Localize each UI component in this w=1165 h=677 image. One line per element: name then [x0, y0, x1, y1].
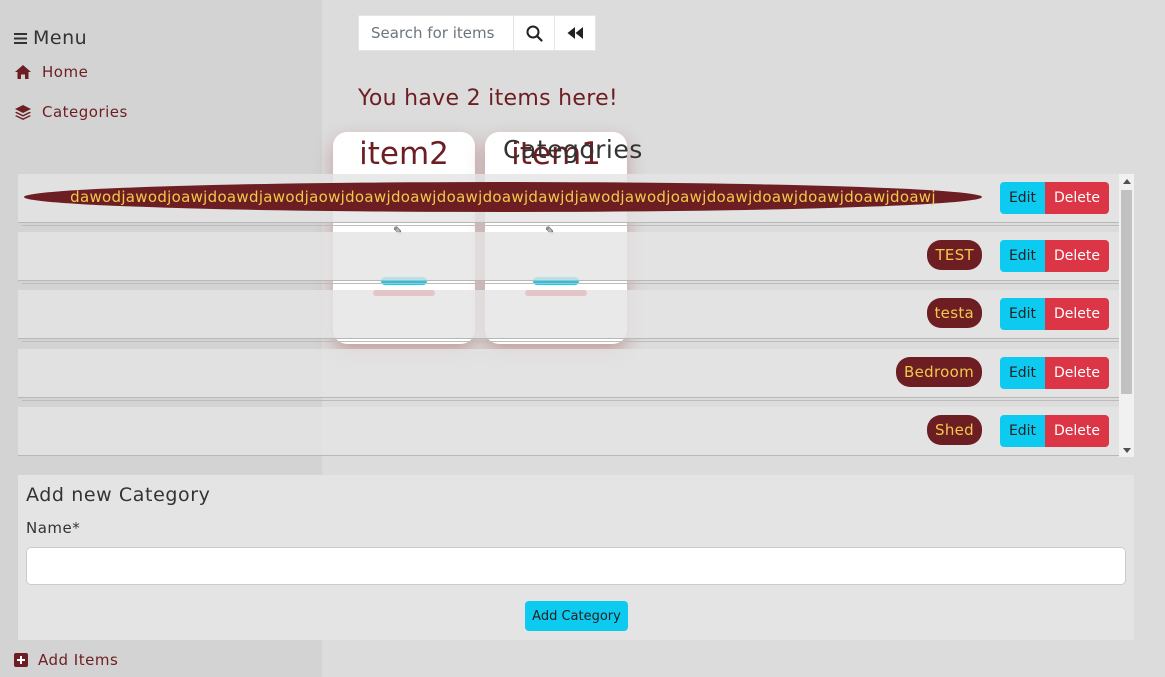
category-name-badge: TEST [927, 240, 982, 270]
add-category-button[interactable]: Add Category [525, 601, 628, 631]
category-name-badge: Shed [927, 415, 982, 445]
category-row: testa Edit Delete [18, 290, 1119, 342]
category-row: Shed Edit Delete [18, 407, 1119, 456]
category-row: Bedroom Edit Delete [18, 349, 1119, 401]
search-input[interactable] [358, 15, 514, 51]
sidebar-item-home[interactable]: Home [14, 63, 88, 81]
category-name-input[interactable] [26, 547, 1126, 585]
scroll-up-arrow-icon[interactable] [1123, 179, 1131, 184]
sidebar-item-label: Categories [42, 103, 128, 121]
sidebar-item-label: Home [42, 63, 89, 81]
layers-icon [15, 105, 31, 120]
menu-heading[interactable]: Menu [14, 27, 87, 49]
edit-category-button[interactable]: Edit [1000, 415, 1045, 447]
edit-category-button[interactable]: Edit [1000, 240, 1045, 272]
edit-category-button[interactable]: Edit [1000, 182, 1045, 214]
menu-label: Menu [33, 27, 88, 49]
search-button[interactable] [514, 15, 555, 51]
edit-category-button[interactable]: Edit [1000, 298, 1045, 330]
category-list: dawodjawodjoawjdoawdjawodjaowjdoawjdoawj… [18, 174, 1134, 457]
category-row: dawodjawodjoawjdoawdjawodjaowjdoawjdoawj… [18, 174, 1119, 226]
delete-category-button[interactable]: Delete [1045, 298, 1109, 330]
delete-category-button[interactable]: Delete [1045, 357, 1109, 389]
add-category-title: Add new Category [26, 484, 211, 506]
name-label: Name* [26, 519, 81, 537]
delete-category-button[interactable]: Delete [1045, 182, 1109, 214]
back-button[interactable] [555, 15, 596, 51]
search-bar [358, 15, 596, 51]
sidebar-item-add-items[interactable]: Add Items [14, 651, 118, 669]
hamburger-icon [14, 33, 27, 44]
item-count-heading: You have 2 items here! [358, 86, 619, 111]
backward-icon [567, 27, 583, 39]
scrollbar-thumb[interactable] [1121, 190, 1132, 394]
delete-category-button[interactable]: Delete [1045, 415, 1109, 447]
category-name-badge: testa [926, 298, 982, 328]
sidebar-item-categories[interactable]: Categories [14, 103, 128, 121]
category-row: TEST Edit Delete [18, 232, 1119, 284]
edit-category-button[interactable]: Edit [1000, 357, 1045, 389]
categories-heading: Categories [503, 135, 643, 164]
search-icon [526, 25, 543, 42]
delete-category-button[interactable]: Delete [1045, 240, 1109, 272]
plus-square-icon [14, 653, 28, 667]
sidebar-item-label: Add Items [38, 651, 119, 669]
add-category-form: Add new Category Name* Add Category [18, 475, 1134, 640]
category-list-scrollbar[interactable] [1119, 174, 1134, 457]
item-title: item2 [359, 136, 449, 172]
scroll-down-arrow-icon[interactable] [1123, 448, 1131, 453]
category-name-badge: Bedroom [896, 357, 982, 387]
home-icon [15, 65, 31, 79]
category-name-badge: dawodjawodjoawjdoawdjawodjaowjdoawjdoawj… [24, 182, 982, 212]
